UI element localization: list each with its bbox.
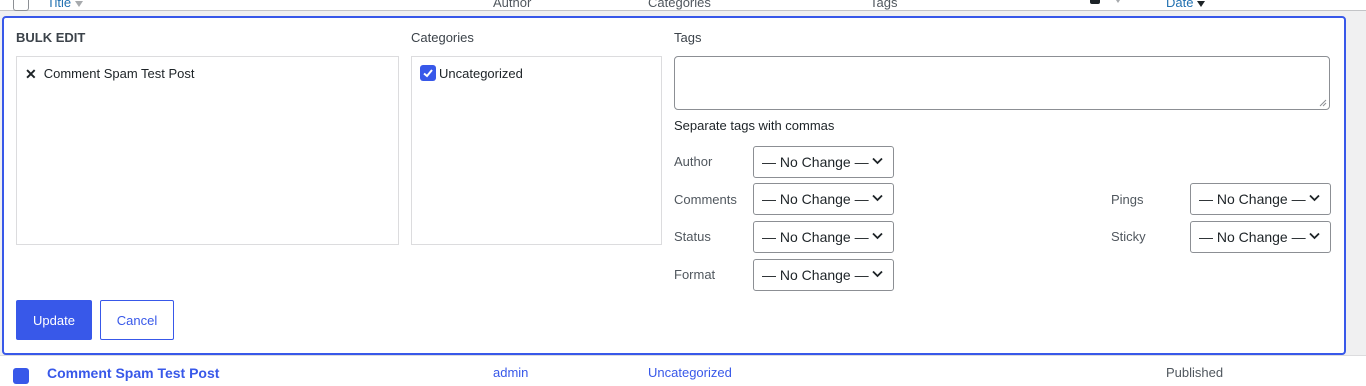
comments-column-icon[interactable] xyxy=(1090,0,1100,4)
selected-post-title: Comment Spam Test Post xyxy=(43,66,195,81)
chevron-down-icon xyxy=(872,157,883,165)
sort-indicator-icon xyxy=(75,0,84,7)
category-item-uncategorized[interactable]: Uncategorized xyxy=(420,65,523,81)
chevron-down-icon xyxy=(1309,194,1320,202)
sticky-select[interactable]: — No Change — xyxy=(1190,221,1331,253)
status-select-value: — No Change — xyxy=(762,229,869,245)
comments-sort-indicator-icon xyxy=(1114,0,1122,3)
select-all-checkbox[interactable] xyxy=(13,0,29,11)
remove-post-icon[interactable]: ✕ xyxy=(25,67,37,81)
pings-label: Pings xyxy=(1111,192,1144,207)
checkmark-icon xyxy=(423,69,433,78)
date-column-label[interactable]: Date xyxy=(1166,0,1193,10)
author-select[interactable]: — No Change — xyxy=(753,146,894,178)
cancel-button[interactable]: Cancel xyxy=(100,300,174,340)
category-checkbox[interactable] xyxy=(420,65,436,81)
row-checkbox[interactable] xyxy=(13,368,29,384)
date-column-header[interactable]: Date xyxy=(1166,0,1206,10)
author-label: Author xyxy=(674,154,713,169)
tags-textarea[interactable] xyxy=(674,56,1330,110)
status-select[interactable]: — No Change — xyxy=(753,221,894,253)
update-button[interactable]: Update xyxy=(16,300,92,340)
title-column-label[interactable]: Title xyxy=(47,0,71,10)
tags-label: Tags xyxy=(674,30,702,45)
status-label: Status xyxy=(674,229,711,244)
pings-select[interactable]: — No Change — xyxy=(1190,183,1331,215)
post-category-link[interactable]: Uncategorized xyxy=(648,365,732,380)
sticky-select-value: — No Change — xyxy=(1199,229,1306,245)
title-column-header[interactable]: Title xyxy=(47,0,84,10)
categories-label: Categories xyxy=(411,30,474,45)
post-status: Published xyxy=(1166,365,1224,380)
chevron-down-icon xyxy=(872,270,883,278)
bulk-edit-heading: BULK EDIT xyxy=(16,30,86,45)
table-header-row: Title Author Categories Tags Date xyxy=(0,0,1366,11)
post-title-link[interactable]: Comment Spam Test Post xyxy=(47,365,219,381)
format-select-value: — No Change — xyxy=(762,267,869,283)
format-label: Format xyxy=(674,267,716,282)
comments-label: Comments xyxy=(674,192,737,207)
chevron-down-icon xyxy=(872,232,883,240)
table-row: Comment Spam Test Post admin Uncategoriz… xyxy=(0,355,1366,386)
post-author-link[interactable]: admin xyxy=(493,365,528,380)
format-select[interactable]: — No Change — xyxy=(753,259,894,291)
comments-select[interactable]: — No Change — xyxy=(753,183,894,215)
date-sort-indicator-icon xyxy=(1197,0,1206,7)
tags-column-header: Tags xyxy=(870,0,898,10)
categories-column-header: Categories xyxy=(648,0,711,10)
resize-handle-icon[interactable] xyxy=(1319,99,1327,107)
chevron-down-icon xyxy=(1309,232,1320,240)
category-label: Uncategorized xyxy=(439,65,523,81)
categories-checklist: Uncategorized xyxy=(411,56,662,245)
chevron-down-icon xyxy=(872,194,883,202)
author-column-header: Author xyxy=(493,0,532,10)
selected-posts-list: ✕ Comment Spam Test Post xyxy=(16,56,399,245)
selected-post-item: ✕ Comment Spam Test Post xyxy=(25,66,195,81)
pings-select-value: — No Change — xyxy=(1199,191,1306,207)
author-select-value: — No Change — xyxy=(762,154,869,170)
sticky-label: Sticky xyxy=(1111,229,1146,244)
tags-help-text: Separate tags with commas xyxy=(674,118,835,133)
comments-select-value: — No Change — xyxy=(762,191,869,207)
bulk-edit-panel: BULK EDIT ✕ Comment Spam Test Post Categ… xyxy=(2,16,1346,355)
